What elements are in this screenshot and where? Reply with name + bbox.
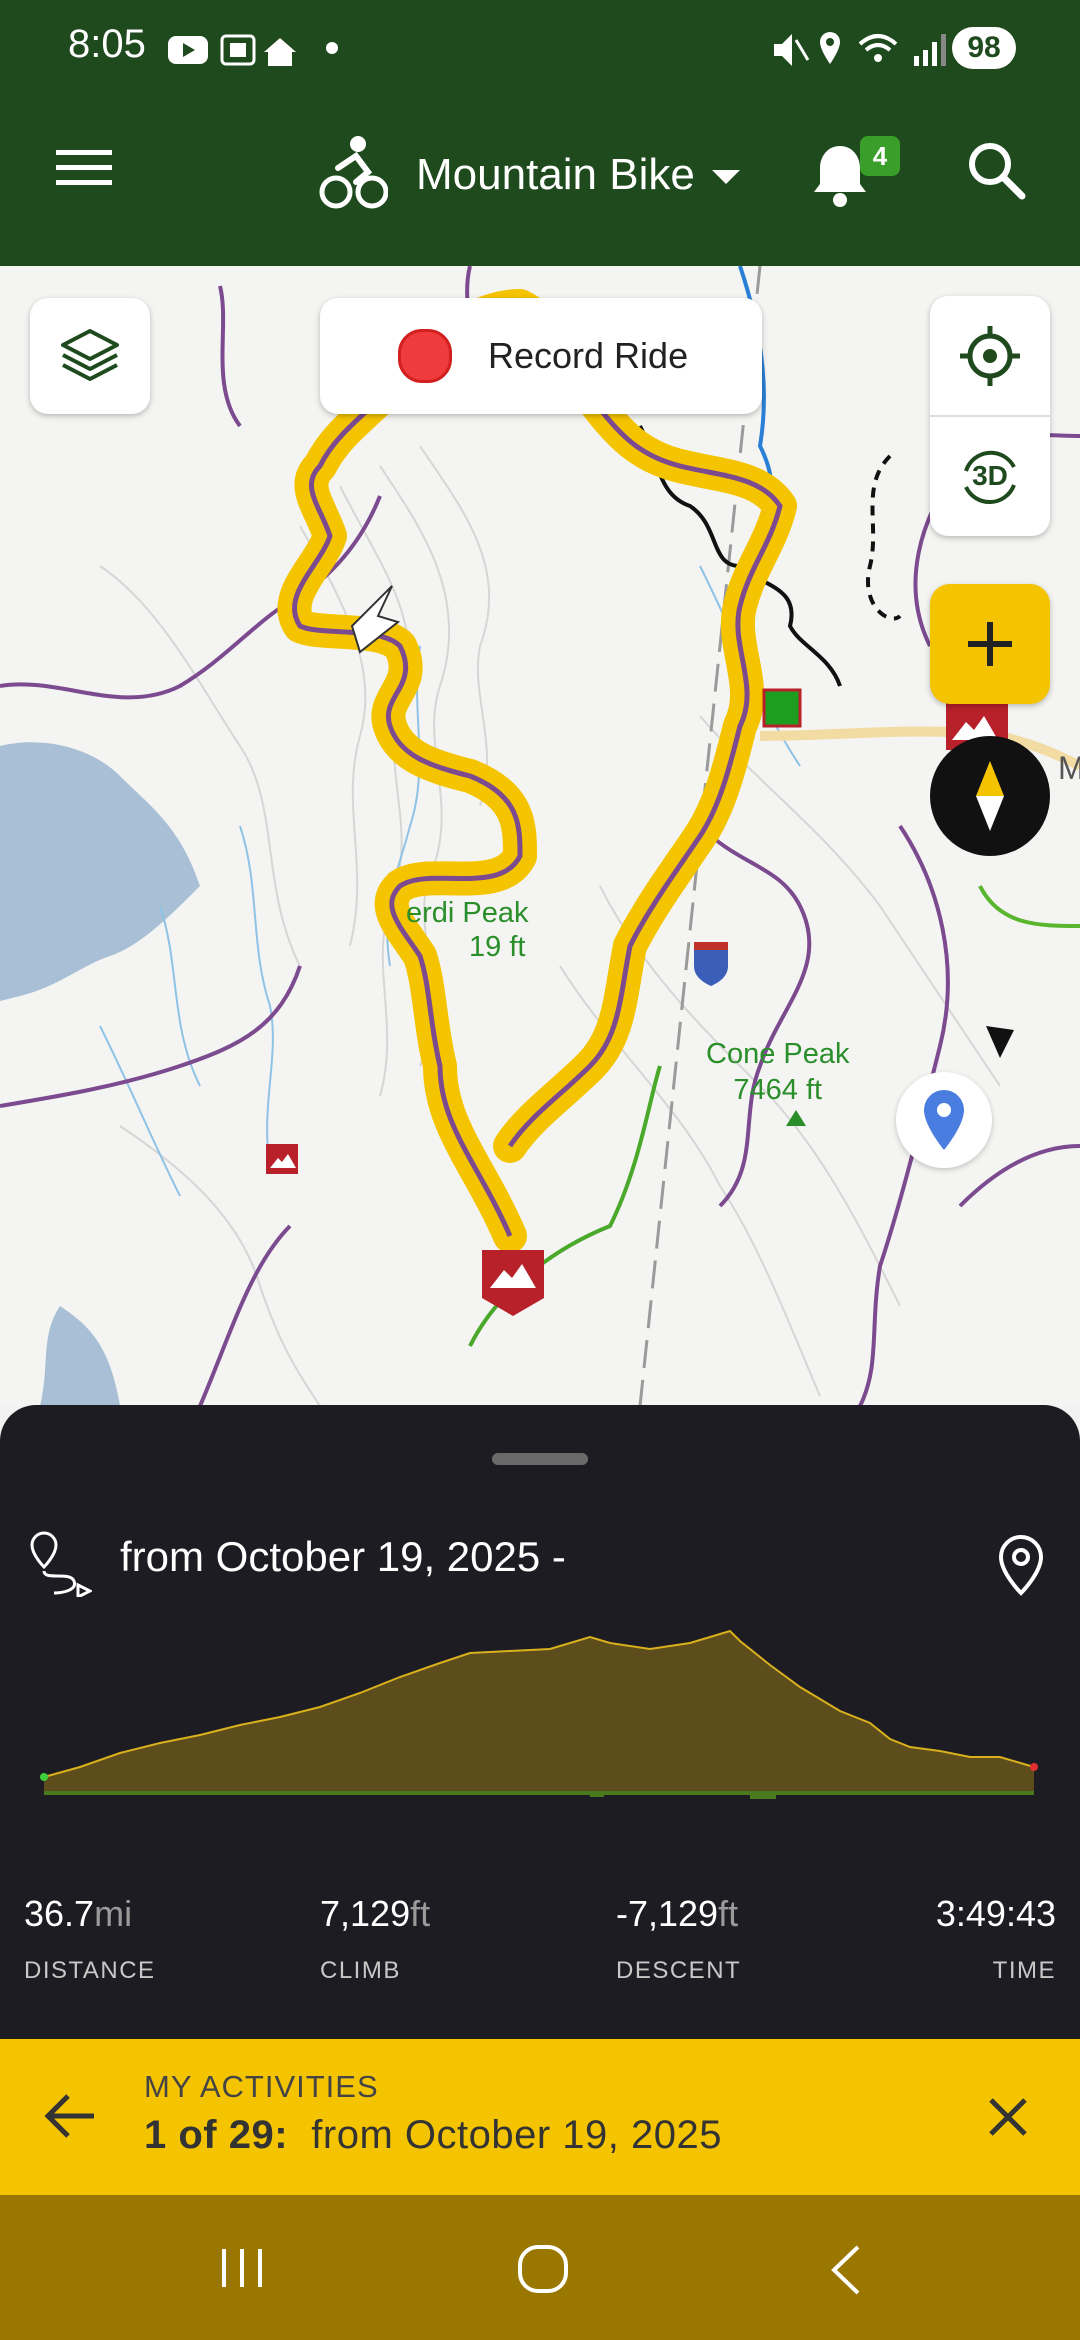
banner-position: 1 of 29: (144, 2113, 289, 2157)
compass-icon (976, 761, 1004, 831)
status-bar: 8:05 98 (0, 0, 1080, 96)
peak-label-west: erdi Peak 19 ft (406, 896, 529, 964)
stat-distance: 36.7mi DISTANCE (24, 1893, 156, 1985)
status-app-icons (168, 34, 296, 66)
start-point (40, 1773, 48, 1781)
stat-descent: -7,129ft DESCENT (616, 1893, 741, 1985)
back-nav-icon[interactable] (830, 2245, 862, 2295)
map-controls-stack: 3D (930, 296, 1050, 536)
peak-label-cone: Cone Peak 7464 ft (706, 1036, 850, 1108)
map-pin-icon (924, 1090, 964, 1150)
activity-title: from October 19, 2025 - (120, 1533, 566, 1580)
status-dot-icon (326, 42, 338, 54)
stat-time: 3:49:43 TIME (936, 1893, 1056, 1985)
pointer-icon (986, 1026, 1014, 1058)
grade-bar (44, 1791, 1034, 1795)
notifications-button[interactable]: 4 (808, 136, 908, 226)
layers-icon (61, 329, 119, 381)
banner-activity-line[interactable]: 1 of 29: from October 19, 2025 (144, 2113, 722, 2158)
lake-shape-south (40, 1306, 120, 1406)
stat-value: 36.7 (24, 1893, 95, 1934)
stat-unit: mi (94, 1893, 133, 1934)
elevation-profile-chart[interactable] (0, 1627, 1080, 1837)
home-icon[interactable] (516, 2243, 572, 2297)
stat-value: 3:49:43 (935, 1893, 1056, 1934)
location-pin-button[interactable] (896, 1072, 992, 1168)
record-icon (398, 329, 452, 383)
activity-type-selector[interactable]: Mountain Bike (318, 126, 748, 226)
compass-button[interactable] (930, 736, 1050, 856)
trail-line-dashed (866, 454, 902, 621)
three-d-toggle-button[interactable]: 3D (930, 417, 1050, 535)
peak-name: Cone Peak (706, 1038, 850, 1070)
interstate-shield-icon (694, 942, 728, 986)
menu-icon[interactable] (56, 148, 112, 188)
locate-button[interactable] (930, 297, 1050, 417)
back-arrow-icon[interactable] (44, 2093, 96, 2139)
contour-lines (99, 445, 1001, 1406)
status-time: 8:05 (68, 22, 146, 66)
activity-sheet: from October 19, 2025 - 36.7mi DISTANCE … (0, 1405, 1080, 2039)
stat-climb: 7,129ft CLIMB (320, 1893, 430, 1985)
banner-section-label: MY ACTIVITIES (144, 2069, 379, 2104)
grade-bar-segment (590, 1791, 604, 1797)
location-pin-outline-icon[interactable] (994, 1533, 1048, 1597)
chevron-down-icon (712, 170, 740, 184)
battery-indicator: 98 (952, 27, 1016, 69)
notification-badge: 4 (860, 136, 900, 176)
stat-label: CLIMB (320, 1957, 401, 1984)
end-point (1030, 1763, 1038, 1771)
grade-bar-segment (750, 1791, 776, 1799)
system-nav-bar (0, 2195, 1080, 2340)
map-edge-label: M (1058, 750, 1080, 786)
peak-name: erdi Peak (406, 897, 529, 929)
layers-button[interactable] (30, 298, 150, 414)
lake-shape (0, 742, 200, 1001)
record-ride-button[interactable]: Record Ride (320, 298, 762, 414)
stat-value: 7,129 (320, 1893, 411, 1934)
app-bar: Mountain Bike 4 (0, 96, 1080, 266)
stat-label: DISTANCE (24, 1957, 156, 1984)
map-view[interactable]: erdi Peak 19 ft Cone Peak 7464 ft M Reco… (0, 266, 1080, 1406)
trailhead-marker-icon-small (266, 1144, 298, 1174)
stat-value: -7,129 (616, 1893, 719, 1934)
stat-label: TIME (992, 1957, 1056, 1984)
route-icon (30, 1531, 92, 1597)
activities-banner: MY ACTIVITIES 1 of 29: from October 19, … (0, 2039, 1080, 2195)
plus-icon (968, 622, 1012, 666)
peak-elevation: 19 ft (469, 931, 526, 963)
stat-unit: ft (410, 1893, 431, 1934)
record-ride-label: Record Ride (488, 335, 689, 376)
three-d-label: 3D (972, 460, 1008, 491)
trailhead-marker-icon (482, 1250, 544, 1316)
sheet-drag-handle[interactable] (492, 1453, 588, 1465)
close-icon[interactable] (988, 2097, 1028, 2137)
stat-label: DESCENT (616, 1957, 742, 1984)
topo-map-canvas (0, 266, 1080, 1406)
search-icon[interactable] (966, 140, 1026, 200)
recent-apps-icon[interactable] (218, 2245, 268, 2291)
green-trail (978, 885, 1080, 928)
banner-activity-name: from October 19, 2025 (311, 2113, 722, 2157)
activity-type-label: Mountain Bike (416, 150, 695, 199)
start-marker (762, 688, 802, 728)
crosshair-icon (960, 326, 1020, 386)
elevation-area (44, 1631, 1034, 1791)
mountain-bike-icon (319, 136, 388, 209)
stat-unit: ft (718, 1893, 739, 1934)
add-button[interactable] (930, 584, 1050, 704)
peak-elevation: 7464 ft (733, 1074, 823, 1106)
